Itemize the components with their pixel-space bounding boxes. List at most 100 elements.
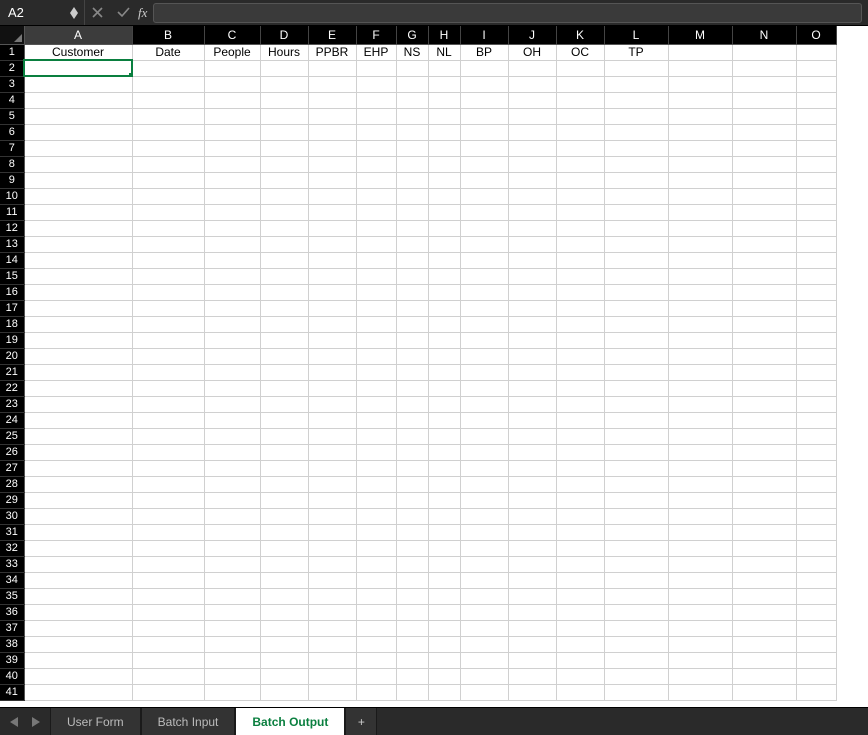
cell[interactable] xyxy=(428,156,460,172)
cell[interactable] xyxy=(204,76,260,92)
cell[interactable] xyxy=(396,284,428,300)
cell[interactable] xyxy=(508,444,556,460)
cell[interactable] xyxy=(308,604,356,620)
cell[interactable] xyxy=(508,636,556,652)
cell[interactable] xyxy=(604,348,668,364)
cell[interactable] xyxy=(732,380,796,396)
cell[interactable] xyxy=(428,428,460,444)
cell[interactable] xyxy=(428,492,460,508)
cell[interactable] xyxy=(132,124,204,140)
cell[interactable] xyxy=(556,396,604,412)
cell[interactable] xyxy=(396,220,428,236)
cell[interactable] xyxy=(428,620,460,636)
cell[interactable] xyxy=(396,444,428,460)
cell[interactable] xyxy=(668,524,732,540)
cell[interactable] xyxy=(204,316,260,332)
cell[interactable] xyxy=(604,220,668,236)
cell[interactable] xyxy=(796,60,836,76)
cell[interactable] xyxy=(24,348,132,364)
cell[interactable] xyxy=(508,300,556,316)
cell[interactable] xyxy=(460,588,508,604)
cell[interactable]: EHP xyxy=(356,44,396,60)
cell[interactable] xyxy=(132,668,204,684)
cell[interactable] xyxy=(204,300,260,316)
cell[interactable] xyxy=(556,492,604,508)
cell[interactable] xyxy=(132,412,204,428)
cell[interactable] xyxy=(356,268,396,284)
cell[interactable] xyxy=(356,204,396,220)
column-header-E[interactable]: E xyxy=(308,26,356,44)
cell[interactable] xyxy=(460,620,508,636)
cell[interactable] xyxy=(556,124,604,140)
cell[interactable] xyxy=(396,652,428,668)
cell[interactable] xyxy=(356,444,396,460)
cell[interactable] xyxy=(24,76,132,92)
cell[interactable] xyxy=(260,476,308,492)
cell[interactable] xyxy=(556,412,604,428)
cell[interactable] xyxy=(204,540,260,556)
cell[interactable] xyxy=(460,76,508,92)
cell[interactable] xyxy=(396,188,428,204)
cell[interactable] xyxy=(796,204,836,220)
cell[interactable] xyxy=(796,460,836,476)
cell[interactable] xyxy=(428,556,460,572)
cell[interactable] xyxy=(204,188,260,204)
cell[interactable] xyxy=(260,412,308,428)
cell[interactable] xyxy=(308,252,356,268)
cell[interactable] xyxy=(356,220,396,236)
cell[interactable] xyxy=(428,460,460,476)
cell[interactable] xyxy=(132,172,204,188)
cell[interactable] xyxy=(204,332,260,348)
cell[interactable] xyxy=(732,124,796,140)
cell[interactable] xyxy=(356,300,396,316)
cell[interactable] xyxy=(204,380,260,396)
cell[interactable] xyxy=(668,76,732,92)
cell[interactable] xyxy=(556,540,604,556)
cell[interactable] xyxy=(132,76,204,92)
cell[interactable] xyxy=(428,684,460,700)
cell[interactable] xyxy=(396,492,428,508)
cell[interactable] xyxy=(604,316,668,332)
cell[interactable] xyxy=(796,668,836,684)
cell[interactable] xyxy=(556,60,604,76)
cell[interactable] xyxy=(428,220,460,236)
cell[interactable] xyxy=(132,204,204,220)
cell[interactable] xyxy=(460,236,508,252)
cell[interactable] xyxy=(204,604,260,620)
cell[interactable] xyxy=(460,428,508,444)
cell[interactable] xyxy=(732,668,796,684)
cell[interactable] xyxy=(796,348,836,364)
cell[interactable] xyxy=(260,364,308,380)
cell[interactable] xyxy=(428,476,460,492)
cell[interactable] xyxy=(308,364,356,380)
row-header[interactable]: 23 xyxy=(0,396,24,412)
cell[interactable] xyxy=(508,556,556,572)
cell[interactable] xyxy=(732,492,796,508)
cell[interactable]: BP xyxy=(460,44,508,60)
column-header-J[interactable]: J xyxy=(508,26,556,44)
cell[interactable] xyxy=(356,156,396,172)
cell[interactable] xyxy=(396,60,428,76)
cell[interactable] xyxy=(260,588,308,604)
cell[interactable] xyxy=(460,444,508,460)
cell[interactable] xyxy=(132,508,204,524)
cell[interactable] xyxy=(604,204,668,220)
cell[interactable] xyxy=(24,540,132,556)
cell[interactable] xyxy=(508,460,556,476)
cell[interactable] xyxy=(132,108,204,124)
cell[interactable] xyxy=(604,396,668,412)
cell[interactable] xyxy=(308,140,356,156)
cell[interactable] xyxy=(204,396,260,412)
cell[interactable] xyxy=(460,476,508,492)
cell[interactable] xyxy=(308,236,356,252)
cell[interactable] xyxy=(460,492,508,508)
cell[interactable] xyxy=(24,636,132,652)
cell[interactable] xyxy=(396,636,428,652)
cell[interactable] xyxy=(668,668,732,684)
cell[interactable] xyxy=(24,172,132,188)
row-header[interactable]: 29 xyxy=(0,492,24,508)
cell[interactable] xyxy=(308,524,356,540)
cell[interactable] xyxy=(260,172,308,188)
row-header[interactable]: 27 xyxy=(0,460,24,476)
cell[interactable] xyxy=(668,572,732,588)
